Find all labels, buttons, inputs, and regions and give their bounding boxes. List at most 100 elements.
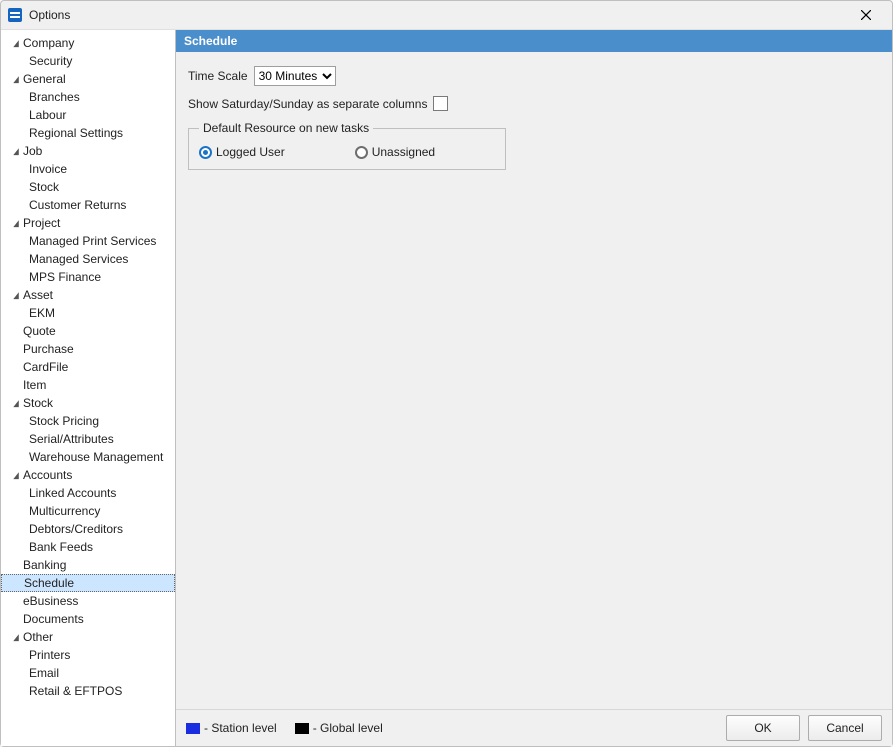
tree-item[interactable]: EKM — [1, 304, 175, 322]
titlebar: Options — [1, 1, 892, 30]
tree-item[interactable]: Printers — [1, 646, 175, 664]
tree-item[interactable]: ◢Asset — [1, 286, 175, 304]
global-level-swatch — [295, 723, 309, 734]
global-level-label: - Global level — [313, 721, 383, 735]
collapse-icon[interactable]: ◢ — [10, 628, 21, 646]
tree-item-label: Documents — [23, 610, 84, 628]
tree-item[interactable]: Warehouse Management — [1, 448, 175, 466]
tree-item-label: Labour — [29, 106, 66, 124]
station-level-label: - Station level — [204, 721, 277, 735]
window-title: Options — [29, 8, 70, 22]
radio-label: Logged User — [216, 145, 285, 159]
tree-item[interactable]: ◢General — [1, 70, 175, 88]
default-resource-group: Default Resource on new tasks Logged Use… — [188, 121, 506, 170]
radio-unassigned[interactable]: Unassigned — [355, 145, 435, 159]
tree-item[interactable]: Retail & EFTPOS — [1, 682, 175, 700]
tree-item-label: Security — [29, 52, 72, 70]
tree-item[interactable]: Labour — [1, 106, 175, 124]
tree-item-label: Multicurrency — [29, 502, 100, 520]
tree-item-label: eBusiness — [23, 592, 78, 610]
tree-item-label: Stock Pricing — [29, 412, 99, 430]
tree-item[interactable]: ◢Other — [1, 628, 175, 646]
tree-item[interactable]: Purchase — [1, 340, 175, 358]
tree-item-label: Debtors/Creditors — [29, 520, 123, 538]
tree-item-label: Stock — [23, 394, 53, 412]
tree-item[interactable]: Invoice — [1, 160, 175, 178]
tree-item[interactable]: Multicurrency — [1, 502, 175, 520]
tree-item[interactable]: eBusiness — [1, 592, 175, 610]
collapse-icon[interactable]: ◢ — [10, 394, 21, 412]
tree-item-label: Job — [23, 142, 42, 160]
tree-item-label: Warehouse Management — [29, 448, 163, 466]
tree-item[interactable]: Banking — [1, 556, 175, 574]
tree-item-label: Customer Returns — [29, 196, 126, 214]
tree-item[interactable]: ◢Project — [1, 214, 175, 232]
tree-item-label: Email — [29, 664, 59, 682]
tree-item[interactable]: ◢Job — [1, 142, 175, 160]
options-tree[interactable]: ◢CompanySecurity◢GeneralBranchesLabourRe… — [1, 30, 176, 746]
tree-item-label: Linked Accounts — [29, 484, 116, 502]
tree-item-label: Retail & EFTPOS — [29, 682, 122, 700]
collapse-icon[interactable]: ◢ — [10, 214, 21, 232]
tree-item[interactable]: Branches — [1, 88, 175, 106]
radio-icon — [199, 146, 212, 159]
app-icon — [7, 7, 23, 23]
collapse-icon[interactable]: ◢ — [10, 286, 21, 304]
tree-item[interactable]: CardFile — [1, 358, 175, 376]
tree-item[interactable]: Linked Accounts — [1, 484, 175, 502]
tree-item[interactable]: Email — [1, 664, 175, 682]
tree-item[interactable]: Security — [1, 52, 175, 70]
tree-item-label: Other — [23, 628, 53, 646]
collapse-icon[interactable]: ◢ — [10, 466, 21, 484]
tree-item[interactable]: ◢Accounts — [1, 466, 175, 484]
tree-item[interactable]: Schedule — [1, 574, 175, 592]
tree-item[interactable]: Debtors/Creditors — [1, 520, 175, 538]
tree-item[interactable]: Stock — [1, 178, 175, 196]
tree-item[interactable]: MPS Finance — [1, 268, 175, 286]
tree-item-label: Bank Feeds — [29, 538, 93, 556]
panel-title: Schedule — [176, 30, 892, 52]
tree-item-label: Project — [23, 214, 60, 232]
options-dialog: Options ◢CompanySecurity◢GeneralBranches… — [0, 0, 893, 747]
tree-item[interactable]: Customer Returns — [1, 196, 175, 214]
close-button[interactable] — [846, 1, 886, 29]
tree-item-label: Purchase — [23, 340, 74, 358]
tree-item-label: EKM — [29, 304, 55, 322]
tree-item[interactable]: Managed Print Services — [1, 232, 175, 250]
tree-item[interactable]: ◢Stock — [1, 394, 175, 412]
tree-item[interactable]: ◢Company — [1, 34, 175, 52]
tree-item[interactable]: Managed Services — [1, 250, 175, 268]
radio-icon — [355, 146, 368, 159]
separate-columns-checkbox[interactable] — [433, 96, 448, 111]
separate-columns-row: Show Saturday/Sunday as separate columns — [188, 96, 880, 111]
collapse-icon[interactable]: ◢ — [10, 34, 21, 52]
radio-label: Unassigned — [372, 145, 435, 159]
ok-button[interactable]: OK — [726, 715, 800, 741]
tree-item-label: Schedule — [24, 574, 74, 592]
radio-logged-user[interactable]: Logged User — [199, 145, 285, 159]
tree-item[interactable]: Stock Pricing — [1, 412, 175, 430]
tree-item-label: Stock — [29, 178, 59, 196]
default-resource-legend: Default Resource on new tasks — [199, 121, 373, 135]
tree-item-label: Quote — [23, 322, 56, 340]
collapse-icon[interactable]: ◢ — [10, 142, 21, 160]
tree-item[interactable]: Bank Feeds — [1, 538, 175, 556]
cancel-button[interactable]: Cancel — [808, 715, 882, 741]
station-level-swatch — [186, 723, 200, 734]
separate-columns-label: Show Saturday/Sunday as separate columns — [188, 97, 427, 111]
tree-item[interactable]: Item — [1, 376, 175, 394]
tree-item-label: Invoice — [29, 160, 67, 178]
tree-item[interactable]: Regional Settings — [1, 124, 175, 142]
time-scale-label: Time Scale — [188, 69, 248, 83]
time-scale-select[interactable]: 30 Minutes — [254, 66, 336, 86]
tree-item-label: Item — [23, 376, 46, 394]
tree-item[interactable]: Documents — [1, 610, 175, 628]
footer: - Station level - Global level OK Cancel — [176, 709, 892, 746]
panel-body: Time Scale 30 Minutes Show Saturday/Sund… — [176, 52, 892, 709]
collapse-icon[interactable]: ◢ — [10, 70, 21, 88]
tree-item[interactable]: Serial/Attributes — [1, 430, 175, 448]
tree-item-label: Printers — [29, 646, 70, 664]
tree-item[interactable]: Quote — [1, 322, 175, 340]
tree-item-label: Asset — [23, 286, 53, 304]
tree-item-label: CardFile — [23, 358, 68, 376]
